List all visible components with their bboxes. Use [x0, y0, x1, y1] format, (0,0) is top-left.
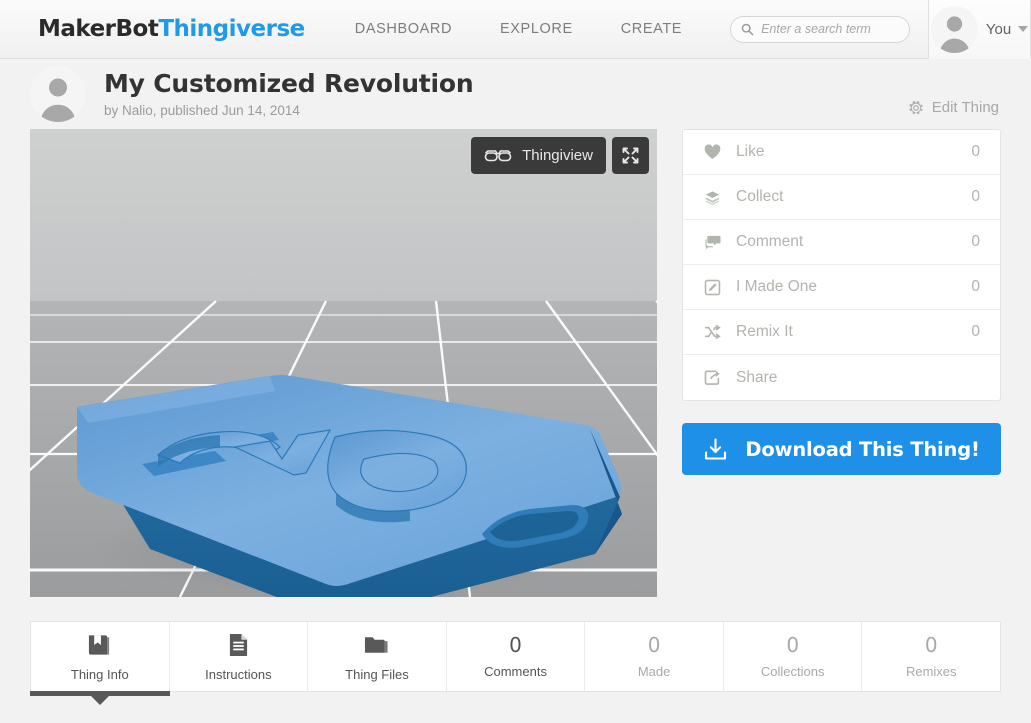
thingiview-label: Thingiview — [522, 147, 593, 164]
action-i-made-one[interactable]: I Made One 0 — [683, 265, 1000, 310]
heart-icon — [703, 143, 722, 162]
action-label: Share — [736, 368, 778, 386]
thingiview-viewport[interactable]: Thingiview — [30, 129, 657, 597]
thing-owner-avatar[interactable] — [30, 66, 86, 122]
action-collect[interactable]: Collect 0 — [683, 175, 1000, 220]
action-like[interactable]: Like 0 — [683, 130, 1000, 175]
book-icon — [87, 632, 112, 658]
tab-count: 0 — [647, 632, 661, 657]
tab-label: Thing Info — [70, 666, 129, 682]
download-label: Download This Thing! — [745, 437, 980, 461]
action-count: 0 — [971, 323, 980, 340]
tab-label: Comments — [484, 663, 547, 679]
tab-remixes[interactable]: 0 Remixes — [862, 622, 1000, 691]
main-nav: DASHBOARD EXPLORE CREATE — [355, 21, 730, 37]
site-logo[interactable]: MakerBotThingiverse — [38, 16, 305, 42]
nav-item-explore[interactable]: EXPLORE — [500, 21, 573, 37]
avatar — [930, 5, 978, 53]
action-count: 0 — [971, 188, 980, 205]
nav-item-dashboard[interactable]: DASHBOARD — [355, 21, 452, 37]
action-comment[interactable]: Comment 0 — [683, 220, 1000, 265]
site-header: MakerBotThingiverse DASHBOARD EXPLORE CR… — [0, 0, 1031, 59]
edit-thing-button[interactable]: Edit Thing — [908, 99, 999, 116]
search-box[interactable] — [730, 15, 911, 43]
main-content: Thingiview Like 0 Collect 0 Comment 0 I … — [0, 129, 1031, 597]
edit-thing-label: Edit Thing — [931, 99, 999, 116]
tab-count: 0 — [509, 632, 522, 657]
tab-label: Collections — [760, 663, 825, 679]
action-list: Like 0 Collect 0 Comment 0 I Made One 0 … — [682, 129, 1001, 401]
tab-label: Remixes — [905, 663, 957, 679]
thing-sidebar: Like 0 Collect 0 Comment 0 I Made One 0 … — [682, 129, 1001, 597]
search-area — [730, 0, 930, 59]
3d-glasses-icon — [484, 148, 512, 163]
nav-item-create[interactable]: CREATE — [621, 21, 682, 37]
thing-byline: by Nalio, published Jun 14, 2014 — [104, 102, 300, 118]
download-tray-icon — [703, 437, 728, 462]
action-label: Remix It — [736, 323, 793, 340]
tab-instructions[interactable]: Instructions — [170, 622, 309, 691]
tab-collections[interactable]: 0 Collections — [724, 622, 863, 691]
search-input[interactable] — [761, 22, 900, 36]
folder-icon — [364, 632, 389, 658]
shuffle-icon — [703, 323, 722, 342]
action-label: Comment — [736, 233, 804, 250]
action-remix-it[interactable]: Remix It 0 — [683, 310, 1000, 355]
logo-thingiverse: Thingiverse — [158, 16, 305, 42]
search-icon — [741, 23, 754, 36]
comment-icon — [703, 233, 722, 252]
user-menu[interactable]: You — [929, 0, 1031, 59]
3d-model-render — [30, 129, 657, 597]
logo-makerbot: MakerBot — [38, 16, 159, 42]
pencil-square-icon — [703, 278, 722, 297]
tab-comments[interactable]: 0 Comments — [447, 622, 586, 691]
action-label: Collect — [736, 188, 784, 205]
action-count: 0 — [971, 143, 980, 160]
tab-count: 0 — [786, 632, 800, 657]
share-icon — [703, 368, 722, 387]
action-label: I Made One — [736, 278, 817, 295]
fullscreen-expand-icon — [621, 146, 640, 165]
download-button[interactable]: Download This Thing! — [682, 423, 1001, 475]
tab-made[interactable]: 0 Made — [585, 622, 724, 691]
thing-tabs: Thing Info Instructions Thing Files 0 Co… — [30, 621, 1001, 705]
action-label: Like — [736, 143, 765, 160]
gear-icon — [908, 100, 924, 116]
action-count: 0 — [971, 278, 980, 295]
thingiview-button[interactable]: Thingiview — [471, 137, 606, 174]
tab-thing-info[interactable]: Thing Info — [30, 622, 170, 705]
action-count: 0 — [971, 233, 980, 250]
title-block: My Customized Revolution by Nalio, publi… — [104, 69, 474, 118]
fullscreen-button[interactable] — [612, 137, 649, 174]
document-icon — [228, 632, 249, 658]
user-name: You — [985, 20, 1012, 38]
tab-thing-files[interactable]: Thing Files — [308, 622, 447, 691]
thing-title-row: My Customized Revolution by Nalio, publi… — [0, 59, 1031, 129]
action-share[interactable]: Share — [683, 355, 1000, 400]
active-tab-pointer — [89, 695, 110, 705]
chevron-down-icon — [1018, 26, 1029, 32]
page-title: My Customized Revolution — [104, 69, 474, 99]
tab-label: Thing Files — [345, 666, 409, 682]
tab-label: Instructions — [205, 666, 272, 682]
tab-count: 0 — [924, 632, 938, 657]
tab-label: Made — [637, 663, 671, 679]
viewer-toolbar: Thingiview — [471, 137, 649, 174]
box-icon — [703, 188, 722, 207]
